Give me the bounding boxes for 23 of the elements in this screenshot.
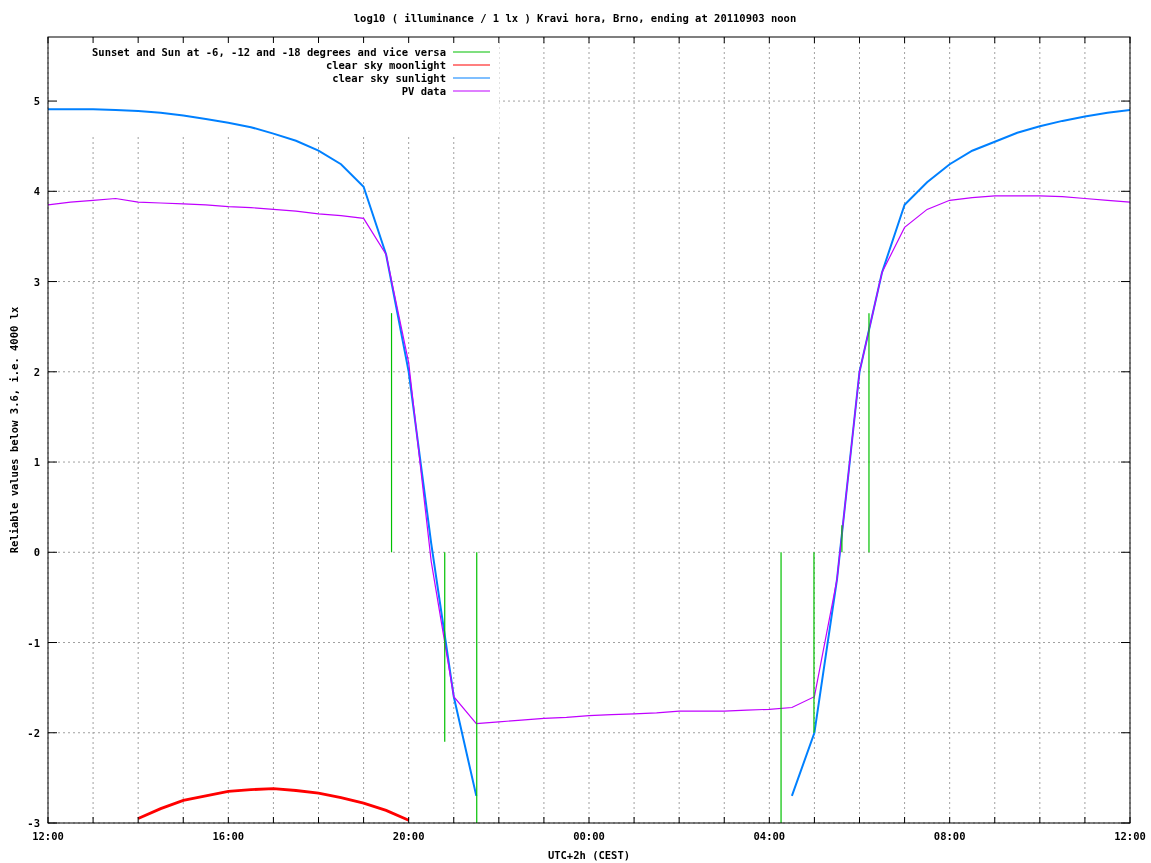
legend-label: Sunset and Sun at -6, -12 and -18 degrees and vice versa <box>92 46 446 58</box>
y-tick-label: 4 <box>33 185 40 198</box>
y-axis-title: Reliable values below 3.6, i.e. 4000 lx <box>8 306 20 554</box>
y-tick-label: -1 <box>27 636 40 649</box>
y-tick-label: 1 <box>33 456 40 469</box>
y-tick-label: 5 <box>33 95 40 108</box>
y-tick-label: -2 <box>27 726 40 739</box>
x-tick-label: 20:00 <box>392 830 425 842</box>
y-tick-label: -3 <box>27 817 40 829</box>
y-tick-label: 2 <box>33 365 40 378</box>
chart-title: log10 ( illuminance / 1 lx ) Kravi hora, Brno, ending at 20110903 noon <box>353 12 797 24</box>
y-tick-label: 0 <box>33 546 40 559</box>
x-tick-label: 00:00 <box>573 830 605 842</box>
x-tick-label: 16:00 <box>212 830 245 842</box>
y-tick-label: 3 <box>33 275 40 288</box>
x-tick-label: 04:00 <box>753 830 786 842</box>
x-tick-label: 12:00 <box>32 830 64 842</box>
x-tick-label: 12:00 <box>1114 830 1146 842</box>
legend-label: PV data <box>401 85 446 97</box>
x-axis-title: UTC+2h (CEST) <box>547 849 631 861</box>
x-tick-label: 08:00 <box>933 830 966 842</box>
legend-label: clear sky moonlight <box>325 59 446 71</box>
legend-label: clear sky sunlight <box>332 72 446 84</box>
